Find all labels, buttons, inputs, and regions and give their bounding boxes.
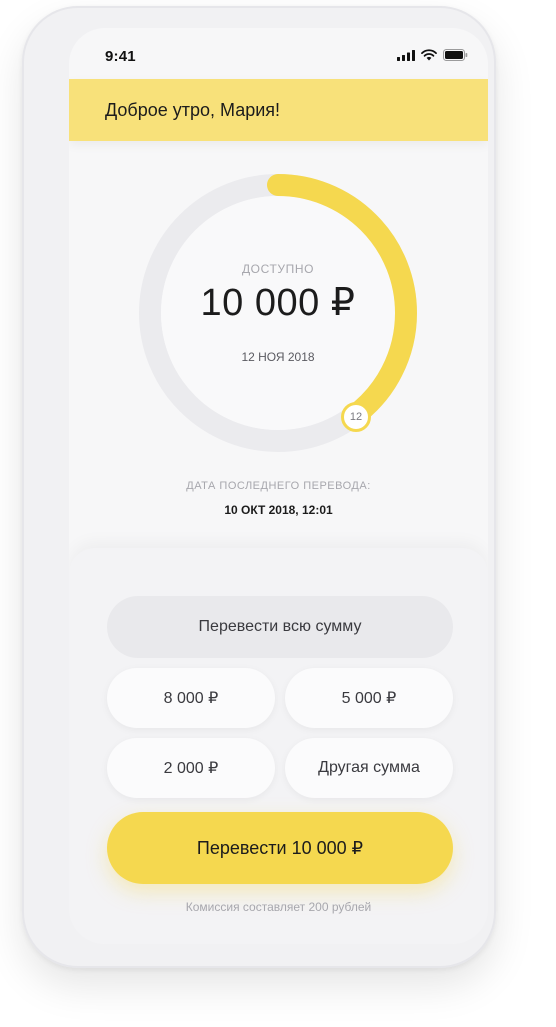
last-transfer-label: ДАТА ПОСЛЕДНЕГО ПЕРЕВОДА: — [186, 480, 371, 492]
transfer-all-button[interactable]: Перевести всю сумму — [107, 596, 453, 658]
amount-2000-button[interactable]: 2 000 ₽ — [107, 738, 275, 798]
available-label: ДОСТУПНО — [241, 262, 315, 276]
available-amount: 10 000 ₽ — [200, 282, 356, 324]
transfer-button[interactable]: Перевести 10 000 ₽ — [107, 812, 453, 884]
last-transfer-value: 10 ОКТ 2018, 12:01 — [224, 503, 333, 517]
day-badge: 12 — [341, 402, 371, 432]
greeting-header: Доброе утро, Мария! — [69, 79, 488, 141]
wifi-icon — [421, 49, 437, 61]
app-screen: 9:41 Доброе утро, Мария! ДОСТУПНО 10 000… — [69, 28, 488, 944]
status-time: 9:41 — [105, 48, 136, 65]
status-icons — [397, 49, 468, 61]
signal-icon — [397, 50, 415, 61]
balance-ring: ДОСТУПНО 10 000 ₽ 12 НОЯ 2018 12 — [139, 174, 417, 452]
transfer-actions-panel: Перевести всю сумму 8 000 ₽ 5 000 ₽ 2 00… — [69, 548, 488, 944]
amount-5000-button[interactable]: 5 000 ₽ — [285, 668, 453, 728]
phone-frame: 9:41 Доброе утро, Мария! ДОСТУПНО 10 000… — [22, 6, 496, 968]
other-amount-button[interactable]: Другая сумма — [285, 738, 453, 798]
battery-icon — [443, 49, 468, 61]
available-date: 12 НОЯ 2018 — [241, 350, 315, 364]
amount-8000-button[interactable]: 8 000 ₽ — [107, 668, 275, 728]
greeting-text: Доброе утро, Мария! — [105, 100, 281, 120]
commission-note: Комиссия составляет 200 рублей — [185, 900, 372, 914]
status-bar: 9:41 — [69, 28, 488, 80]
